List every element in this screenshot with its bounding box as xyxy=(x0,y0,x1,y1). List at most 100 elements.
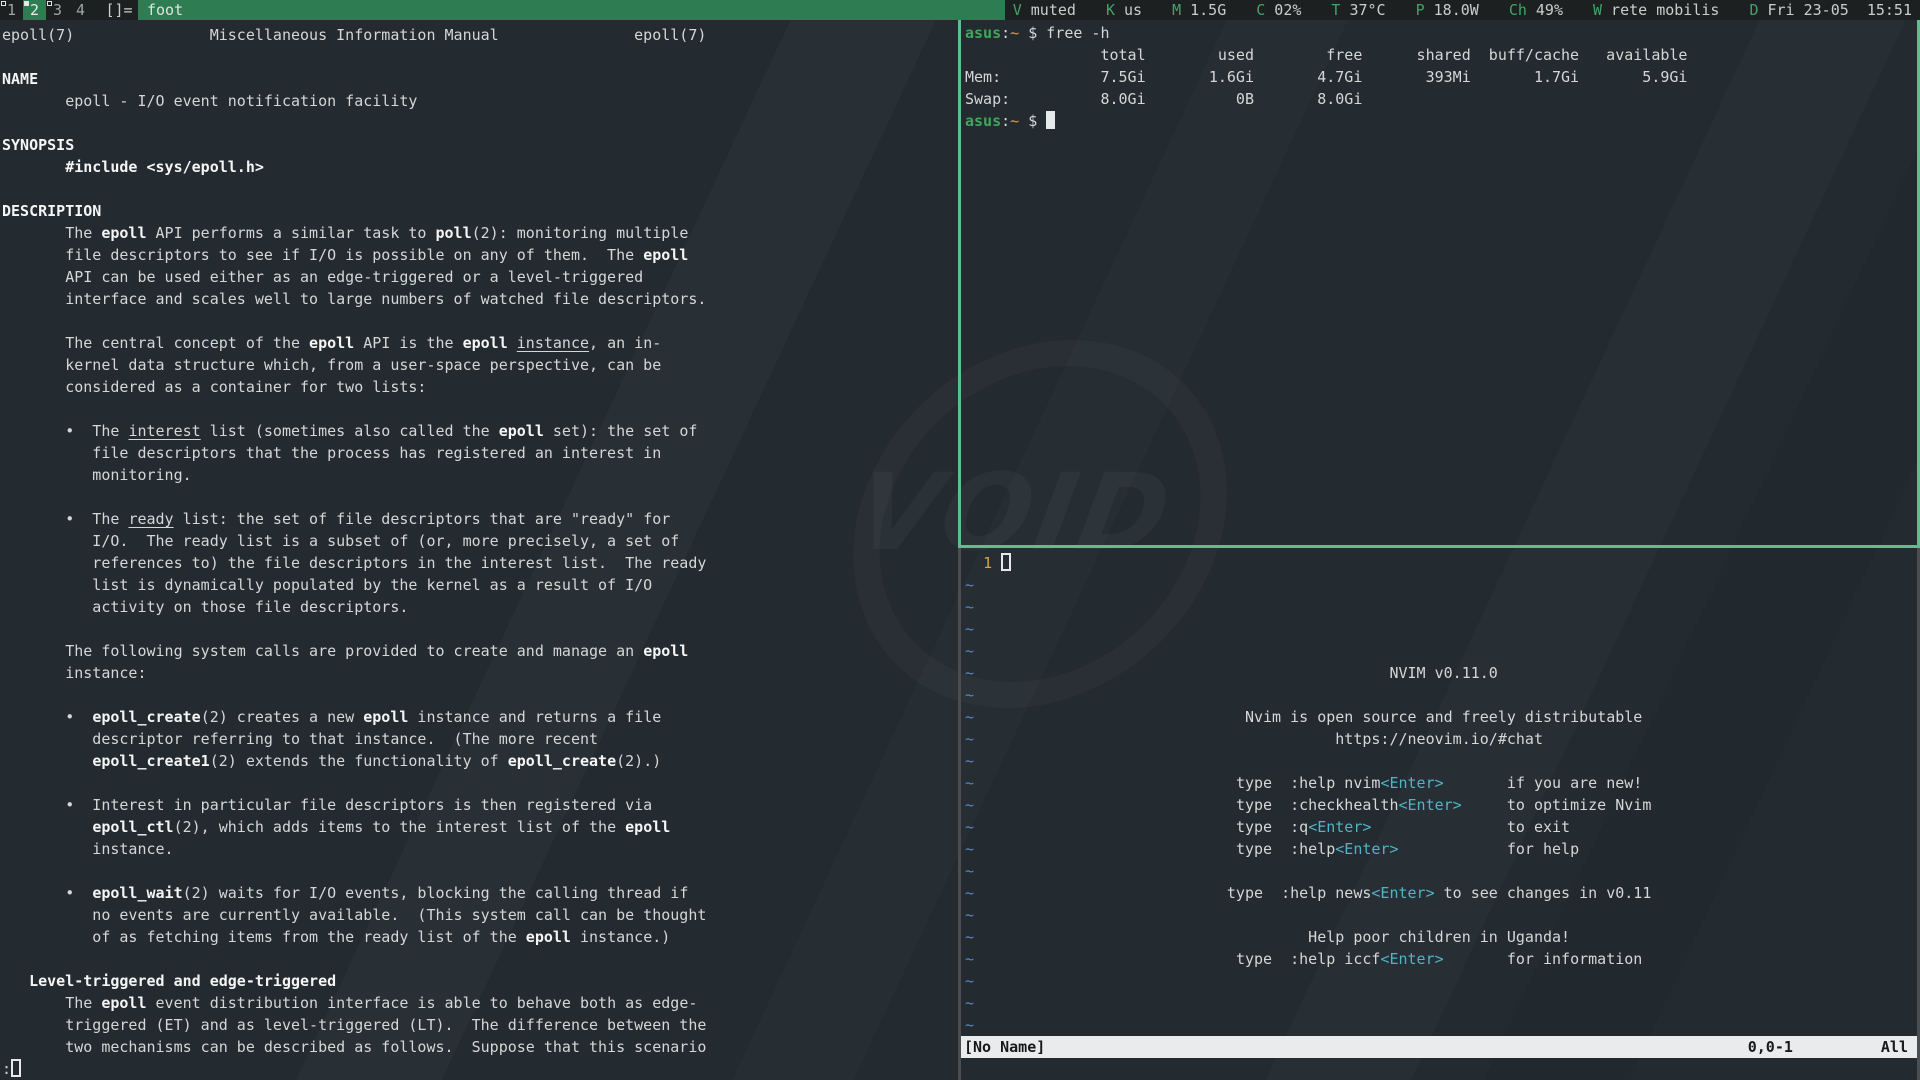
nvim-row: ~ xyxy=(965,1014,1920,1036)
nvim-row: ~ xyxy=(965,750,1920,772)
status-segment-w: W rete mobilis xyxy=(1593,0,1719,20)
manpage-terminal-window[interactable]: epoll(7) Miscellaneous Information Manua… xyxy=(0,20,958,1080)
tag-client-indicator xyxy=(24,1,29,6)
nvim-row: 1 xyxy=(965,552,1920,574)
dwm-status-bar: 1234 []= foot V mutedK usM 1.5GC 02%T 37… xyxy=(0,0,1920,20)
terminal-cursor xyxy=(1046,111,1055,129)
nvim-ruler: 0,0-1 xyxy=(1748,1036,1793,1058)
status-segment-ch: Ch 49% xyxy=(1509,0,1563,20)
free-output-row: Swap: 8.0Gi 0B 8.0Gi xyxy=(965,88,1920,110)
man-line xyxy=(2,684,958,706)
nvim-row: ~ type :help nvim<Enter> if you are new! xyxy=(965,772,1920,794)
nvim-row: ~ type :checkhealth<Enter> to optimize N… xyxy=(965,794,1920,816)
workspace-tag-4[interactable]: 4 xyxy=(69,0,92,20)
man-line: The epoll event distribution interface i… xyxy=(2,992,958,1014)
man-line: references to) the file descriptors in t… xyxy=(2,552,958,574)
man-line xyxy=(2,46,958,68)
man-line: two mechanisms can be described as follo… xyxy=(2,1036,958,1058)
nvim-row: ~ type :q<Enter> to exit xyxy=(965,816,1920,838)
status-segment-k: K us xyxy=(1106,0,1142,20)
man-line: The epoll API performs a similar task to… xyxy=(2,222,958,244)
shell-prompt-line: asus:~ $ xyxy=(965,110,1920,132)
nvim-statusline: [No Name] 0,0-1 All xyxy=(961,1036,1920,1058)
man-line: NAME xyxy=(2,68,958,90)
man-line: I/O. The ready list is a subset of (or, … xyxy=(2,530,958,552)
nvim-row: ~ xyxy=(965,684,1920,706)
workspace-tag-3[interactable]: 3 xyxy=(46,0,69,20)
nvim-buffer: 1 ~~~~~ NVIM v0.11.0~~ Nvim is open sour… xyxy=(961,552,1920,1036)
free-output-row: Mem: 7.5Gi 1.6Gi 4.7Gi 393Mi 1.7Gi 5.9Gi xyxy=(965,66,1920,88)
nvim-row: ~ xyxy=(965,904,1920,926)
nvim-row: ~ type :help news<Enter> to see changes … xyxy=(965,882,1920,904)
man-line: activity on those file descriptors. xyxy=(2,596,958,618)
man-line xyxy=(2,772,958,794)
nvim-row: ~ xyxy=(965,574,1920,596)
nvim-row: ~ xyxy=(965,596,1920,618)
man-line: file descriptors that the process has re… xyxy=(2,442,958,464)
man-line: DESCRIPTION xyxy=(2,200,958,222)
man-line: of as fetching items from the ready list… xyxy=(2,926,958,948)
workspace-tags: 1234 xyxy=(0,0,92,20)
status-segments: V mutedK usM 1.5GC 02%T 37°CP 18.0WCh 49… xyxy=(1005,0,1920,20)
man-line: descriptor referring to that instance. (… xyxy=(2,728,958,750)
nvim-row: ~ Nvim is open source and freely distrib… xyxy=(965,706,1920,728)
workspace-tag-2[interactable]: 2 xyxy=(23,0,46,20)
shell-prompt-line: asus:~ $ free -h xyxy=(965,22,1920,44)
nvim-cursor xyxy=(1001,553,1011,571)
nvim-row: ~ xyxy=(965,640,1920,662)
nvim-row: ~ NVIM v0.11.0 xyxy=(965,662,1920,684)
tag-client-indicator xyxy=(1,1,6,6)
nvim-row: ~ https://neovim.io/#chat xyxy=(965,728,1920,750)
man-line xyxy=(2,948,958,970)
man-line: instance: xyxy=(2,662,958,684)
man-line: SYNOPSIS xyxy=(2,134,958,156)
window-border-vertical-unfocused xyxy=(958,548,961,1080)
status-segment-v: V muted xyxy=(1013,0,1076,20)
man-line: monitoring. xyxy=(2,464,958,486)
man-line: Level-triggered and edge-triggered xyxy=(2,970,958,992)
man-line: • epoll_wait(2) waits for I/O events, bl… xyxy=(2,882,958,904)
nvim-scroll-position: All xyxy=(1881,1036,1908,1058)
status-segment-m: M 1.5G xyxy=(1172,0,1226,20)
man-line xyxy=(2,486,958,508)
workspace-tag-1[interactable]: 1 xyxy=(0,0,23,20)
status-segment-d: D Fri 23-05 15:51 xyxy=(1749,0,1912,20)
man-line: epoll_create1(2) extends the functionali… xyxy=(2,750,958,772)
free-output-row: total used free shared buff/cache availa… xyxy=(965,44,1920,66)
man-line: kernel data structure which, from a user… xyxy=(2,354,958,376)
window-border-vertical-focused xyxy=(958,20,961,545)
layout-symbol[interactable]: []= xyxy=(100,0,138,20)
man-line: instance. xyxy=(2,838,958,860)
terminal-window-free[interactable]: asus:~ $ free -h total used free shared … xyxy=(961,20,1920,545)
nvim-file-name: [No Name] xyxy=(964,1036,1045,1058)
window-border-horizontal-focused xyxy=(958,545,1920,548)
man-line: epoll(7) Miscellaneous Information Manua… xyxy=(2,24,958,46)
man-line: interface and scales well to large numbe… xyxy=(2,288,958,310)
man-line: • The interest list (sometimes also call… xyxy=(2,420,958,442)
nvim-cmdline xyxy=(961,1058,1920,1080)
man-line: epoll - I/O event notification facility xyxy=(2,90,958,112)
man-line xyxy=(2,618,958,640)
man-line xyxy=(2,112,958,134)
man-line: file descriptors to see if I/O is possib… xyxy=(2,244,958,266)
man-line: The central concept of the epoll API is … xyxy=(2,332,958,354)
man-line: triggered (ET) and as level-triggered (L… xyxy=(2,1014,958,1036)
man-line xyxy=(2,398,958,420)
pager-cursor xyxy=(11,1059,21,1077)
man-line: #include <sys/epoll.h> xyxy=(2,156,958,178)
nvim-row: ~ xyxy=(965,970,1920,992)
status-segment-p: P 18.0W xyxy=(1416,0,1479,20)
man-line: • Interest in particular file descriptor… xyxy=(2,794,958,816)
man-line xyxy=(2,310,958,332)
focused-window-title: foot xyxy=(138,0,1005,20)
pager-prompt-line: : xyxy=(2,1058,958,1080)
nvim-row: ~ type :help<Enter> for help xyxy=(965,838,1920,860)
man-line: no events are currently available. (This… xyxy=(2,904,958,926)
neovim-window[interactable]: 1 ~~~~~ NVIM v0.11.0~~ Nvim is open sour… xyxy=(961,548,1920,1080)
man-line xyxy=(2,178,958,200)
man-line: list is dynamically populated by the ker… xyxy=(2,574,958,596)
nvim-row: ~ xyxy=(965,860,1920,882)
man-line: The following system calls are provided … xyxy=(2,640,958,662)
man-line: epoll_ctl(2), which adds items to the in… xyxy=(2,816,958,838)
man-line: • epoll_create(2) creates a new epoll in… xyxy=(2,706,958,728)
